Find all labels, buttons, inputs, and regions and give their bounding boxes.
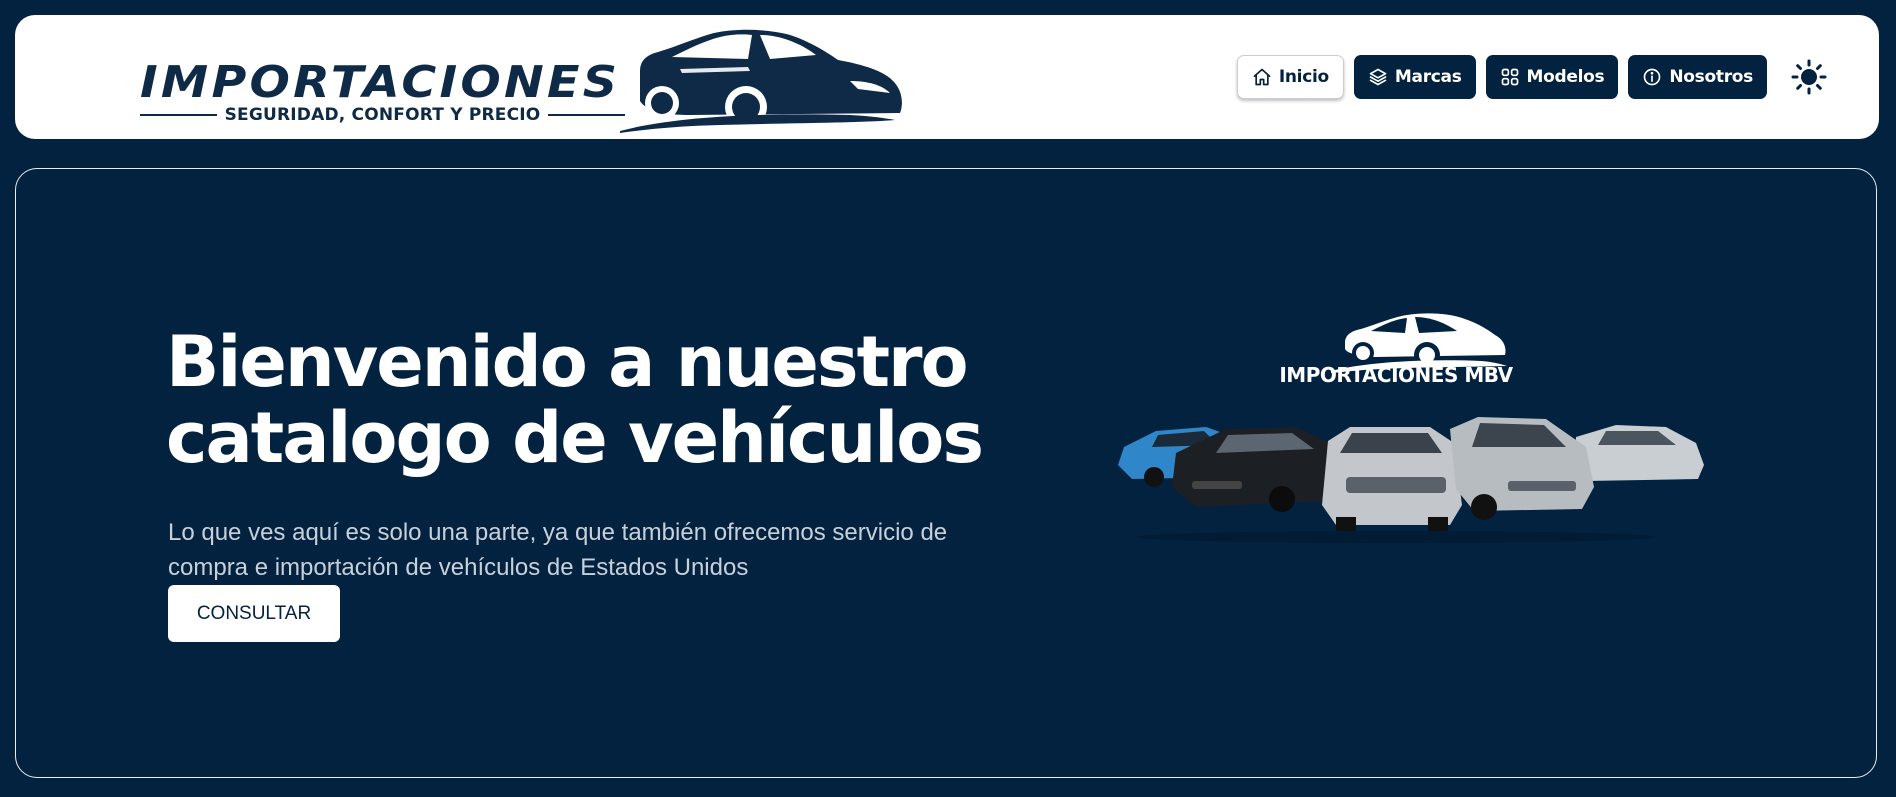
hero-title: Bienvenido a nuestro catalogo de vehícul… <box>166 324 1066 476</box>
tagline-rule-left <box>140 114 217 116</box>
nav-modelos-label: Modelos <box>1526 67 1605 87</box>
nav-marcas-label: Marcas <box>1394 67 1462 87</box>
brand-logo[interactable]: IMPORTACIONES MBV SEGURIDAD, CONFORT Y P… <box>125 23 905 141</box>
nav-inicio-button[interactable]: Inicio <box>1236 55 1344 99</box>
theme-toggle-button[interactable] <box>1789 57 1829 97</box>
hero-title-line-1: Bienvenido a nuestro <box>166 321 969 403</box>
nav-nosotros-button[interactable]: Nosotros <box>1628 55 1767 99</box>
hero-title-line-2: catalogo de vehículos <box>166 397 984 479</box>
hero-section: Bienvenido a nuestro catalogo de vehícul… <box>15 168 1877 778</box>
tagline-rule-right <box>548 114 626 116</box>
home-icon <box>1253 68 1271 86</box>
main-nav: Inicio Marcas Modelos Nosotros <box>1236 55 1829 99</box>
image-brand-caption: IMPORTACIONES MBV <box>1279 363 1513 387</box>
grid-icon <box>1501 68 1518 86</box>
vehicle-lineup-image: IMPORTACIONES MBV <box>1106 309 1726 559</box>
cars-group-image <box>1118 417 1704 543</box>
brand-tagline: SEGURIDAD, CONFORT Y PRECIO <box>224 105 541 125</box>
hero-description: Lo que ves aquí es solo una parte, ya qu… <box>168 519 948 581</box>
brand-tagline-row: SEGURIDAD, CONFORT Y PRECIO <box>140 103 626 127</box>
sun-icon <box>1791 59 1827 95</box>
car-silhouette-icon <box>620 29 902 133</box>
nav-inicio-label: Inicio <box>1278 67 1329 87</box>
info-icon <box>1644 68 1661 86</box>
nav-marcas-button[interactable]: Marcas <box>1353 55 1476 99</box>
consultar-button[interactable]: CONSULTAR <box>168 585 340 642</box>
layers-icon <box>1369 68 1387 86</box>
nav-nosotros-label: Nosotros <box>1669 67 1753 87</box>
site-header: IMPORTACIONES MBV SEGURIDAD, CONFORT Y P… <box>15 15 1879 139</box>
nav-modelos-button[interactable]: Modelos <box>1485 55 1619 99</box>
